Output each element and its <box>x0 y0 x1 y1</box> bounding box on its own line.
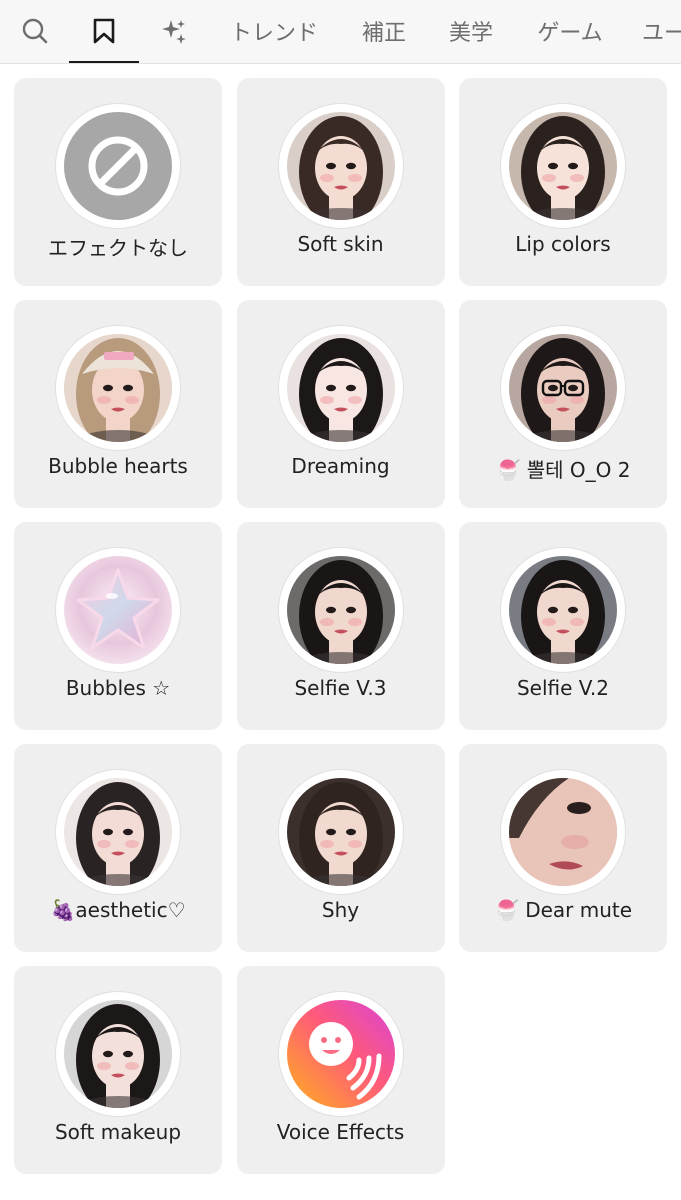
effect-card-soft-skin[interactable]: Soft skin <box>236 78 445 286</box>
effect-thumbnail <box>56 548 180 672</box>
face-preview-image <box>64 334 172 442</box>
effect-label: Selfie V.3 <box>294 676 387 700</box>
no-effect-icon <box>64 112 172 220</box>
category-tab-bar: トレンド 補正 美学 ゲーム ユー <box>0 0 681 64</box>
face-preview-image <box>286 334 395 442</box>
effect-thumbnail <box>56 992 180 1116</box>
effect-label: Dreaming <box>291 454 390 478</box>
tab-trend[interactable]: トレンド <box>226 0 322 62</box>
effect-card-soft-makeup[interactable]: Soft makeup <box>14 966 222 1174</box>
face-preview-image <box>286 778 395 886</box>
star-bubble-icon <box>64 556 172 664</box>
effect-label: Bubbles ☆ <box>65 676 171 700</box>
effect-label: 🍇aesthetic♡ <box>50 898 186 922</box>
tab-user[interactable]: ユー <box>642 0 681 62</box>
search-icon <box>22 18 48 44</box>
effect-thumbnail <box>278 104 403 228</box>
effect-card-dreaming[interactable]: Dreaming <box>236 300 445 508</box>
tab-sparkle[interactable] <box>155 0 193 62</box>
effect-label: Voice Effects <box>276 1120 405 1144</box>
effect-card-shy[interactable]: Shy <box>236 744 445 952</box>
effect-label: Soft makeup <box>54 1120 182 1144</box>
effect-thumbnail <box>278 770 403 894</box>
effect-thumbnail <box>278 326 403 450</box>
face-preview-image <box>509 556 617 664</box>
effect-thumbnail <box>278 548 403 672</box>
face-preview-image <box>509 334 617 442</box>
effect-thumbnail <box>501 548 625 672</box>
effect-label: Selfie V.2 <box>516 676 609 700</box>
effect-label: 🍧 Dear mute <box>493 898 633 922</box>
effect-card-aesthetic[interactable]: 🍇aesthetic♡ <box>14 744 222 952</box>
effect-label: Lip colors <box>515 232 611 256</box>
effects-grid: エフェクトなし Soft skin Lip colors Bubble hearts D… <box>14 78 667 1174</box>
effect-card-dear-mute[interactable]: 🍧 Dear mute <box>459 744 667 952</box>
effect-thumbnail <box>501 104 625 228</box>
effect-label: Shy <box>321 898 360 922</box>
effect-thumbnail <box>56 326 180 450</box>
effect-thumbnail <box>56 770 180 894</box>
face-preview-image <box>286 556 395 664</box>
tab-game[interactable]: ゲーム <box>533 0 607 62</box>
face-preview-image <box>64 1000 172 1108</box>
effect-card-lip-colors[interactable]: Lip colors <box>459 78 667 286</box>
effect-card-bubble-hearts[interactable]: Bubble hearts <box>14 300 222 508</box>
effect-card-o-o-2[interactable]: 🍧 뽈테 O_O 2 <box>459 300 667 508</box>
face-preview-image <box>64 778 172 886</box>
effect-label: 🍧 뽈테 O_O 2 <box>495 458 631 482</box>
sparkle-icon <box>162 20 186 44</box>
effect-card-selfie-v-2[interactable]: Selfie V.2 <box>459 522 667 730</box>
effect-thumbnail <box>501 770 625 894</box>
voice-effects-icon <box>286 1000 395 1108</box>
tab-saved[interactable] <box>69 0 139 63</box>
effect-card-bubbles[interactable]: Bubbles ☆ <box>14 522 222 730</box>
bookmark-icon <box>93 18 115 44</box>
effect-thumbnail <box>501 326 625 450</box>
face-preview-image <box>509 112 617 220</box>
tab-correction[interactable]: 補正 <box>356 0 412 62</box>
tab-search[interactable] <box>16 0 54 62</box>
effect-thumbnail <box>278 992 403 1116</box>
face-preview-image <box>509 778 617 886</box>
tab-aesthetic[interactable]: 美学 <box>443 0 499 62</box>
effect-label: Soft skin <box>297 232 384 256</box>
effect-card-effect-0[interactable]: エフェクトなし <box>14 78 222 286</box>
effect-label: エフェクトなし <box>48 236 188 260</box>
effect-thumbnail <box>56 104 180 228</box>
effect-card-voice-effects[interactable]: Voice Effects <box>236 966 445 1174</box>
effect-label: Bubble hearts <box>48 454 188 478</box>
face-preview-image <box>286 112 395 220</box>
effect-card-selfie-v-3[interactable]: Selfie V.3 <box>236 522 445 730</box>
